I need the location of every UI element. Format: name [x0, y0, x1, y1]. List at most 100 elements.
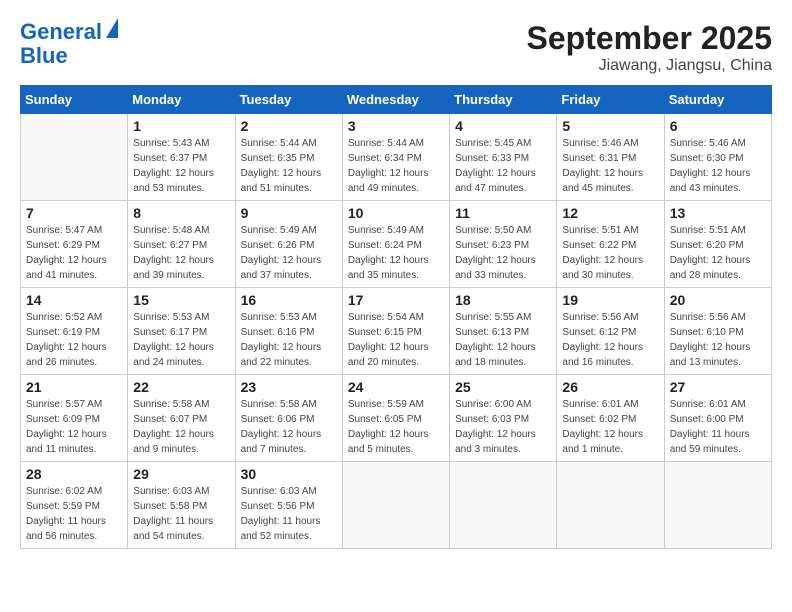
day-info: Sunrise: 5:50 AM Sunset: 6:23 PM Dayligh…	[455, 223, 551, 283]
day-info: Sunrise: 5:56 AM Sunset: 6:12 PM Dayligh…	[562, 310, 658, 370]
logo-text-line1: General	[20, 20, 102, 44]
weekday-header-tuesday: Tuesday	[235, 86, 342, 114]
day-info: Sunrise: 6:02 AM Sunset: 5:59 PM Dayligh…	[26, 484, 122, 544]
calendar-cell	[664, 462, 771, 549]
calendar-week-row: 21 Sunrise: 5:57 AM Sunset: 6:09 PM Dayli…	[21, 375, 772, 462]
day-info: Sunrise: 6:03 AM Sunset: 5:58 PM Dayligh…	[133, 484, 229, 544]
day-info: Sunrise: 6:01 AM Sunset: 6:02 PM Dayligh…	[562, 397, 658, 457]
calendar-cell: 15Sunrise: 5:53 AM Sunset: 6:17 PM Dayli…	[128, 288, 235, 375]
day-info: Sunrise: 5:49 AM Sunset: 6:26 PM Dayligh…	[241, 223, 337, 283]
day-number: 2	[241, 118, 337, 134]
calendar-cell	[342, 462, 449, 549]
calendar-week-row: 14 Sunrise: 5:52 AM Sunset: 6:19 PM Dayli…	[21, 288, 772, 375]
day-info: Sunrise: 5:56 AM Sunset: 6:10 PM Dayligh…	[670, 310, 766, 370]
calendar-cell: 29 Sunrise: 6:03 AM Sunset: 5:58 PM Dayli…	[128, 462, 235, 549]
day-number: 22	[133, 379, 229, 395]
calendar-cell: 4 Sunrise: 5:45 AM Sunset: 6:33 PM Daylig…	[450, 114, 557, 201]
day-number: 10	[348, 205, 444, 221]
day-info: Sunrise: 5:58 AM Sunset: 6:07 PM Dayligh…	[133, 397, 229, 457]
calendar-cell	[450, 462, 557, 549]
calendar-cell: 25Sunrise: 6:00 AM Sunset: 6:03 PM Dayli…	[450, 375, 557, 462]
page-header: General Blue September 2025 Jiawang, Jia…	[20, 20, 772, 75]
day-info: Sunrise: 5:51 AM Sunset: 6:22 PM Dayligh…	[562, 223, 658, 283]
day-number: 27	[670, 379, 766, 395]
calendar-cell: 8Sunrise: 5:48 AM Sunset: 6:27 PM Daylig…	[128, 201, 235, 288]
calendar-table: SundayMondayTuesdayWednesdayThursdayFrid…	[20, 85, 772, 549]
day-number: 15	[133, 292, 229, 308]
day-info: Sunrise: 6:01 AM Sunset: 6:00 PM Dayligh…	[670, 397, 766, 457]
day-info: Sunrise: 5:54 AM Sunset: 6:15 PM Dayligh…	[348, 310, 444, 370]
day-info: Sunrise: 5:49 AM Sunset: 6:24 PM Dayligh…	[348, 223, 444, 283]
day-info: Sunrise: 5:45 AM Sunset: 6:33 PM Dayligh…	[455, 136, 551, 196]
day-number: 13	[670, 205, 766, 221]
calendar-cell: 30 Sunrise: 6:03 AM Sunset: 5:56 PM Dayli…	[235, 462, 342, 549]
day-number: 24	[348, 379, 444, 395]
day-info: Sunrise: 5:44 AM Sunset: 6:35 PM Dayligh…	[241, 136, 337, 196]
weekday-header-sunday: Sunday	[21, 86, 128, 114]
calendar-cell: 2 Sunrise: 5:44 AM Sunset: 6:35 PM Daylig…	[235, 114, 342, 201]
day-number: 11	[455, 205, 551, 221]
day-number: 19	[562, 292, 658, 308]
calendar-cell: 18Sunrise: 5:55 AM Sunset: 6:13 PM Dayli…	[450, 288, 557, 375]
calendar-cell: 13 Sunrise: 5:51 AM Sunset: 6:20 PM Dayli…	[664, 201, 771, 288]
day-info: Sunrise: 5:53 AM Sunset: 6:16 PM Dayligh…	[241, 310, 337, 370]
day-number: 17	[348, 292, 444, 308]
day-info: Sunrise: 5:47 AM Sunset: 6:29 PM Dayligh…	[26, 223, 122, 283]
calendar-week-row: 1 Sunrise: 5:43 AM Sunset: 6:37 PM Daylig…	[21, 114, 772, 201]
day-number: 28	[26, 466, 122, 482]
calendar-cell: 16 Sunrise: 5:53 AM Sunset: 6:16 PM Dayli…	[235, 288, 342, 375]
day-info: Sunrise: 5:57 AM Sunset: 6:09 PM Dayligh…	[26, 397, 122, 457]
calendar-cell: 26Sunrise: 6:01 AM Sunset: 6:02 PM Dayli…	[557, 375, 664, 462]
day-info: Sunrise: 5:46 AM Sunset: 6:30 PM Dayligh…	[670, 136, 766, 196]
calendar-header-row: SundayMondayTuesdayWednesdayThursdayFrid…	[21, 86, 772, 114]
calendar-cell: 12 Sunrise: 5:51 AM Sunset: 6:22 PM Dayli…	[557, 201, 664, 288]
calendar-cell: 22 Sunrise: 5:58 AM Sunset: 6:07 PM Dayli…	[128, 375, 235, 462]
calendar-title: September 2025	[527, 20, 772, 57]
weekday-header-friday: Friday	[557, 86, 664, 114]
day-info: Sunrise: 5:55 AM Sunset: 6:13 PM Dayligh…	[455, 310, 551, 370]
weekday-header-saturday: Saturday	[664, 86, 771, 114]
calendar-cell	[21, 114, 128, 201]
day-number: 9	[241, 205, 337, 221]
calendar-cell: 23Sunrise: 5:58 AM Sunset: 6:06 PM Dayli…	[235, 375, 342, 462]
logo-triangle-icon	[106, 18, 118, 38]
day-number: 5	[562, 118, 658, 134]
day-info: Sunrise: 5:44 AM Sunset: 6:34 PM Dayligh…	[348, 136, 444, 196]
day-info: Sunrise: 5:43 AM Sunset: 6:37 PM Dayligh…	[133, 136, 229, 196]
day-info: Sunrise: 5:52 AM Sunset: 6:19 PM Dayligh…	[26, 310, 122, 370]
day-number: 30	[241, 466, 337, 482]
calendar-cell: 14 Sunrise: 5:52 AM Sunset: 6:19 PM Dayli…	[21, 288, 128, 375]
day-number: 16	[241, 292, 337, 308]
logo-text-line2: Blue	[20, 44, 68, 68]
calendar-cell: 5 Sunrise: 5:46 AM Sunset: 6:31 PM Daylig…	[557, 114, 664, 201]
weekday-header-wednesday: Wednesday	[342, 86, 449, 114]
calendar-cell: 17 Sunrise: 5:54 AM Sunset: 6:15 PM Dayli…	[342, 288, 449, 375]
day-number: 4	[455, 118, 551, 134]
logo: General Blue	[20, 20, 118, 68]
day-number: 6	[670, 118, 766, 134]
day-number: 21	[26, 379, 122, 395]
calendar-cell: 7 Sunrise: 5:47 AM Sunset: 6:29 PM Daylig…	[21, 201, 128, 288]
day-number: 29	[133, 466, 229, 482]
weekday-header-monday: Monday	[128, 86, 235, 114]
day-info: Sunrise: 6:03 AM Sunset: 5:56 PM Dayligh…	[241, 484, 337, 544]
calendar-cell: 3 Sunrise: 5:44 AM Sunset: 6:34 PM Daylig…	[342, 114, 449, 201]
day-number: 7	[26, 205, 122, 221]
day-number: 14	[26, 292, 122, 308]
day-number: 1	[133, 118, 229, 134]
calendar-cell: 10 Sunrise: 5:49 AM Sunset: 6:24 PM Dayli…	[342, 201, 449, 288]
weekday-header-thursday: Thursday	[450, 86, 557, 114]
day-info: Sunrise: 5:48 AM Sunset: 6:27 PM Dayligh…	[133, 223, 229, 283]
day-info: Sunrise: 5:51 AM Sunset: 6:20 PM Dayligh…	[670, 223, 766, 283]
calendar-week-row: 28 Sunrise: 6:02 AM Sunset: 5:59 PM Dayli…	[21, 462, 772, 549]
day-info: Sunrise: 5:58 AM Sunset: 6:06 PM Dayligh…	[241, 397, 337, 457]
title-block: September 2025 Jiawang, Jiangsu, China	[527, 20, 772, 75]
day-info: Sunrise: 5:46 AM Sunset: 6:31 PM Dayligh…	[562, 136, 658, 196]
calendar-cell: 19 Sunrise: 5:56 AM Sunset: 6:12 PM Dayli…	[557, 288, 664, 375]
day-number: 12	[562, 205, 658, 221]
calendar-week-row: 7 Sunrise: 5:47 AM Sunset: 6:29 PM Daylig…	[21, 201, 772, 288]
day-number: 25	[455, 379, 551, 395]
day-number: 3	[348, 118, 444, 134]
calendar-cell: 21 Sunrise: 5:57 AM Sunset: 6:09 PM Dayli…	[21, 375, 128, 462]
calendar-cell: 9 Sunrise: 5:49 AM Sunset: 6:26 PM Daylig…	[235, 201, 342, 288]
